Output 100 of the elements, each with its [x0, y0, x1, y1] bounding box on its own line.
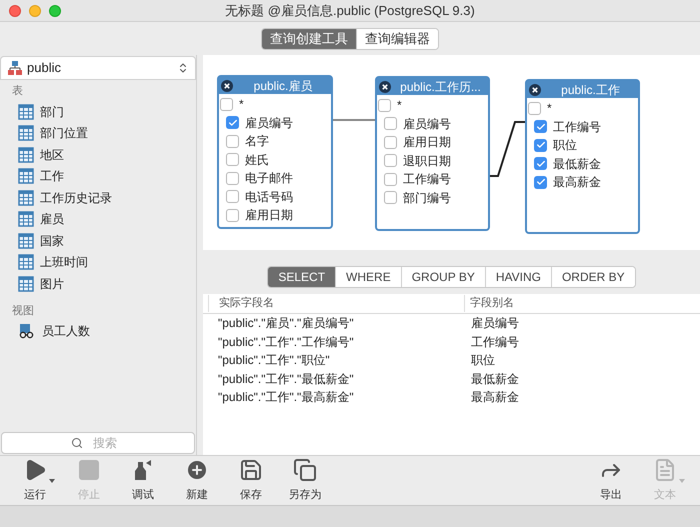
save-icon — [239, 458, 263, 482]
clause-tab[interactable]: SELECT — [268, 267, 336, 287]
close-icon[interactable] — [529, 84, 541, 96]
sidebar-item[interactable]: 国家 — [0, 230, 196, 252]
schema-name: public — [27, 59, 62, 78]
table-icon — [18, 125, 34, 142]
table-cell-text: 最低薪金 — [470, 370, 519, 388]
sidebar-item[interactable]: 部门位置 — [0, 122, 196, 144]
field-checkbox[interactable] — [226, 153, 239, 166]
section-header: 表 — [11, 84, 23, 99]
table-icon — [18, 146, 34, 163]
table-card[interactable]: public.雇员 * 雇员编号 名字 姓氏 电子邮件 电话号码 雇用日期 — [217, 75, 333, 229]
toolbar-button[interactable]: 保存 — [224, 453, 278, 508]
field-name: 最低薪金 — [553, 156, 601, 173]
field-checkbox[interactable] — [534, 138, 547, 152]
table-icon — [18, 104, 34, 120]
field-checkbox[interactable] — [534, 120, 547, 134]
table-cell-text: 最高薪金 — [470, 389, 519, 406]
stop-icon — [77, 458, 101, 482]
table-card-header: public.雇员 — [219, 77, 331, 94]
close-icon[interactable] — [379, 80, 391, 92]
table-card[interactable]: public.工作历... * 雇员编号 雇用日期 退职日期 工作编号 部门编号 — [375, 76, 490, 231]
field-name: 名字 — [245, 133, 269, 150]
field-checkbox[interactable] — [534, 157, 547, 170]
field-checkbox[interactable] — [226, 134, 239, 148]
document-icon — [653, 458, 677, 482]
sidebar-item[interactable]: 工作历史记录 — [0, 187, 196, 208]
field-checkbox[interactable] — [226, 172, 239, 185]
table-icon — [18, 211, 34, 228]
toolbar-button[interactable]: 新建 — [170, 453, 224, 508]
column-header: 字段别名 — [464, 295, 514, 312]
window-title: 无标题 @雇员信息.public (PostgreSQL 9.3) — [225, 2, 475, 20]
zoom-window-button[interactable] — [49, 5, 61, 17]
table-icon — [18, 254, 34, 270]
field-name: 工作编号 — [553, 118, 601, 136]
table-cell-text: 雇员编号 — [470, 315, 519, 332]
field-name: 雇用日期 — [245, 207, 293, 224]
toolbar-button[interactable]: 调试 — [116, 453, 170, 508]
chevrons-icon — [177, 62, 189, 74]
table-cell-text: "public"."雇员"."雇员编号" — [217, 315, 355, 332]
search-field[interactable]: 搜索 — [1, 432, 195, 454]
field-checkbox[interactable] — [384, 172, 397, 186]
clause-tab[interactable]: ORDER BY — [550, 267, 635, 287]
field-name: 部门编号 — [403, 190, 451, 207]
join-line — [490, 121, 525, 177]
table-cell-text: "public"."工作"."最高薪金" — [217, 389, 355, 406]
sidebar-item[interactable]: 工作 — [0, 166, 196, 187]
field-name: 电子邮件 — [245, 170, 293, 188]
field-name: 雇员编号 — [245, 114, 293, 132]
view-icon — [18, 323, 36, 340]
table-cell-text: 工作编号 — [470, 334, 519, 351]
schema-selector[interactable]: public — [0, 56, 196, 80]
field-checkbox[interactable] — [384, 191, 397, 204]
toolbar-button[interactable]: 导出 — [584, 453, 638, 508]
toolbar-button[interactable]: 运行 — [8, 453, 62, 508]
search-icon — [71, 437, 83, 449]
field-checkbox[interactable] — [528, 102, 541, 115]
field-name: 职位 — [553, 137, 577, 154]
field-checkbox[interactable] — [534, 176, 547, 189]
table-card-header: public.工作历... — [377, 78, 488, 95]
field-checkbox[interactable] — [226, 190, 239, 204]
sidebar-item[interactable]: 上班时间 — [0, 252, 196, 273]
field-checkbox[interactable] — [384, 154, 397, 168]
field-checkbox[interactable] — [384, 136, 397, 149]
field-checkbox[interactable] — [378, 98, 391, 112]
table-icon — [18, 190, 34, 206]
close-window-button[interactable] — [9, 5, 21, 17]
field-name: * — [547, 100, 552, 118]
field-checkbox[interactable] — [220, 98, 233, 111]
column-header: 实际字段名 — [208, 295, 464, 312]
table-cell-text: "public"."工作"."最低薪金" — [217, 370, 355, 388]
field-checkbox[interactable] — [226, 116, 239, 130]
table-cell-text: "public"."工作"."工作编号" — [217, 334, 355, 351]
sidebar-item[interactable]: 部门 — [0, 101, 196, 122]
field-name: 电话号码 — [245, 188, 293, 206]
schema-icon — [7, 60, 23, 76]
minimize-window-button[interactable] — [29, 5, 41, 17]
table-icon — [18, 276, 34, 292]
sidebar-item[interactable]: 员工人数 — [0, 320, 196, 342]
toolbar-button[interactable]: 另存为 — [278, 453, 332, 508]
caret-icon — [49, 479, 55, 484]
field-checkbox[interactable] — [226, 208, 239, 222]
mode-tab[interactable]: 查询创建工具 — [262, 28, 356, 48]
sidebar-item[interactable]: 图片 — [0, 273, 196, 294]
mode-tab[interactable]: 查询编辑器 — [356, 28, 438, 48]
sidebar-item[interactable]: 雇员 — [0, 208, 196, 230]
field-name: 雇用日期 — [403, 134, 451, 152]
section-header: 视图 — [11, 304, 34, 318]
join-line — [333, 119, 375, 122]
field-name: 姓氏 — [245, 152, 269, 169]
table-cell-text: 职位 — [470, 352, 495, 370]
table-card-header: public.工作 — [527, 81, 638, 98]
field-name: 工作编号 — [403, 171, 451, 188]
field-name: * — [397, 97, 402, 114]
table-icon — [18, 168, 34, 184]
field-checkbox[interactable] — [384, 117, 397, 130]
table-card[interactable]: public.工作 * 工作编号 职位 最低薪金 最高薪金 — [525, 79, 640, 234]
close-icon[interactable] — [221, 80, 233, 92]
field-name: * — [239, 96, 244, 114]
sidebar-item[interactable]: 地区 — [0, 144, 196, 166]
